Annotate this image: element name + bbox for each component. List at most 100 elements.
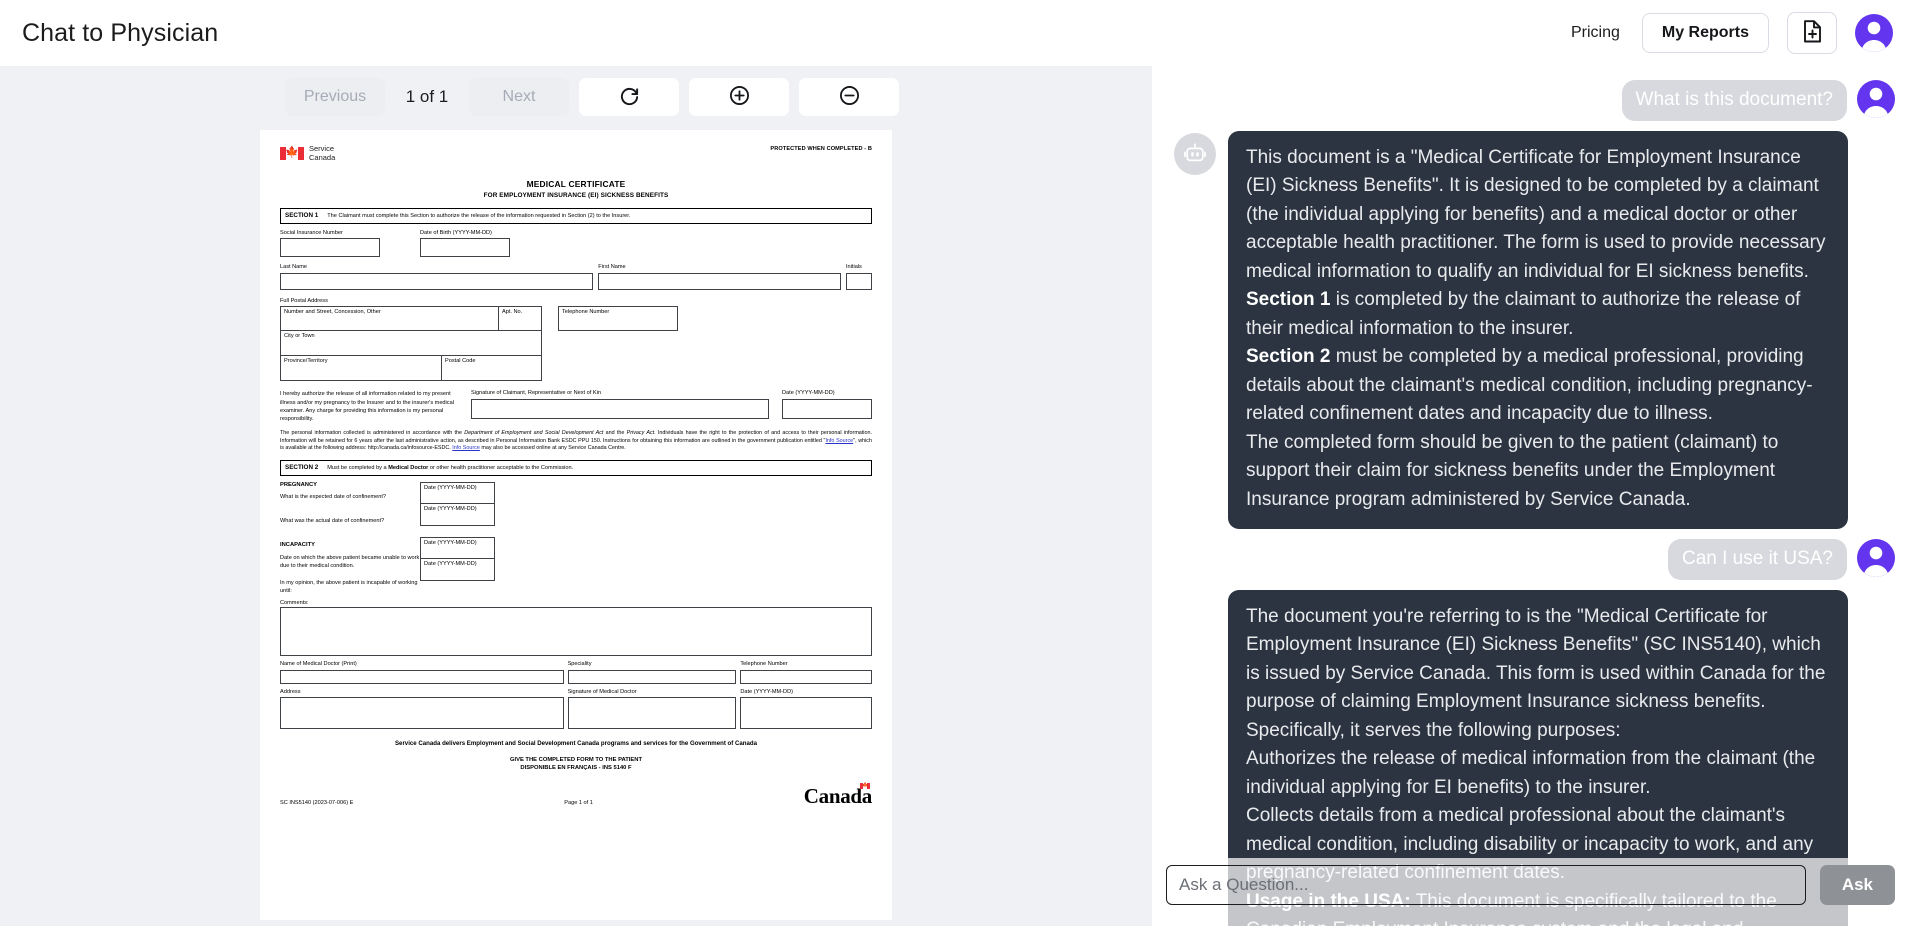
doctor-phone-label: Telephone Number [740, 661, 788, 668]
header-actions: Pricing My Reports [1567, 12, 1893, 54]
user-avatar[interactable] [1855, 14, 1893, 52]
section-2-bold: Medical Doctor [388, 465, 429, 472]
doctor-date-input[interactable] [740, 697, 872, 730]
zoom-in-button[interactable] [689, 78, 789, 116]
city-label: City or Town [284, 333, 315, 340]
doctor-name-group: Name of Medical Doctor (Print) [280, 661, 564, 684]
file-plus-icon [1802, 20, 1823, 46]
form-code: SC INS5140 (2023-07-006) E [280, 800, 354, 807]
form-header: 🍁 Service Canada PROTECTED WHEN COMPLETE… [280, 144, 872, 162]
next-page-button[interactable]: Next [469, 78, 569, 116]
doctor-signature-group: Signature of Medical Doctor [567, 689, 737, 730]
my-reports-button[interactable]: My Reports [1641, 13, 1769, 53]
bot-message-text: This document is a "Medical Certificate … [1228, 130, 1848, 530]
section-2-text-a: Must be completed by a [327, 465, 389, 472]
section-2-instruction: Must be completed by a Medical Doctor or… [327, 465, 573, 472]
chat-message-bot: This document is a "Medical Certificate … [1174, 130, 1895, 530]
claimant-date-input[interactable] [782, 398, 872, 419]
doctor-name-label: Name of Medical Doctor (Print) [280, 661, 357, 668]
province-label: Province/Territory [284, 358, 328, 365]
expected-confinement-date-label: Date (YYYY-MM-DD) [424, 485, 477, 492]
chat-message-user: What is this document? [1174, 80, 1895, 121]
rotate-cw-icon [619, 85, 640, 109]
medical-certificate-form: 🍁 Service Canada PROTECTED WHEN COMPLETE… [280, 144, 872, 807]
speciality-label: Speciality [567, 661, 592, 668]
agency-line-1: Service [309, 144, 335, 153]
info-source-link-1[interactable]: Info Source [825, 438, 853, 444]
postal-code-label: Postal Code [445, 358, 476, 365]
person-icon [1861, 21, 1887, 52]
doctor-address-input[interactable] [280, 697, 564, 730]
privacy-italic-1: Department of Employment and Social Deve… [464, 429, 604, 436]
ask-button[interactable]: Ask [1819, 865, 1895, 905]
claimant-signature-input[interactable] [471, 398, 769, 419]
pricing-link[interactable]: Pricing [1567, 18, 1624, 48]
claimant-telephone-label: Telephone Number [562, 309, 610, 316]
ask-input[interactable] [1166, 865, 1806, 905]
initials-group: Initials [846, 264, 872, 290]
address-row: Number and Street, Concession, Other Apt… [280, 306, 872, 382]
province-postal-row: Province/Territory Postal Code [280, 356, 542, 382]
dob-label: Date of Birth (YYYY-MM-DD) [420, 229, 492, 236]
robot-icon [1184, 143, 1206, 161]
user-avatar-small [1857, 80, 1895, 118]
rotate-button[interactable] [579, 78, 679, 116]
first-name-input[interactable] [598, 272, 841, 290]
comments-input[interactable] [280, 607, 872, 657]
actual-confinement-date-input[interactable]: Date (YYYY-MM-DD) [420, 504, 495, 527]
dob-input[interactable] [420, 238, 510, 258]
last-name-label: Last Name [280, 264, 308, 271]
speciality-input[interactable] [567, 669, 737, 684]
person-icon [1863, 546, 1889, 578]
last-name-input[interactable] [280, 272, 594, 290]
doctor-name-input[interactable] [280, 669, 564, 684]
user-avatar-small-2 [1857, 539, 1895, 578]
initials-input[interactable] [846, 272, 872, 290]
person-icon [1863, 87, 1889, 118]
section-2-text-b: or other health practitioner acceptable … [428, 465, 574, 472]
privacy-part-2: and the [603, 429, 627, 436]
zoom-out-button[interactable] [799, 78, 899, 116]
new-document-button[interactable] [1787, 12, 1837, 54]
doctor-date-group: Date (YYYY-MM-DD) [740, 689, 872, 730]
chat-pane: What is this document? This document is … [1152, 66, 1917, 926]
chat-composer: Ask [1152, 858, 1917, 926]
delivers-note: Service Canada delivers Employment and S… [394, 740, 758, 748]
section-1-instruction: The Claimant must complete this Section … [327, 212, 631, 219]
give-form-line-2: DISPONIBLE EN FRANÇAIS - INS 5140 F [520, 764, 632, 771]
first-name-label: First Name [598, 264, 626, 271]
doctor-info-row: Name of Medical Doctor (Print) Specialit… [280, 661, 872, 684]
privacy-notice: The personal information collected is ad… [280, 430, 872, 453]
unable-to-work-date-input[interactable]: Date (YYYY-MM-DD) [420, 537, 495, 560]
section-1-bar: SECTION 1 The Claimant must complete thi… [280, 207, 872, 224]
info-source-link-2[interactable]: Info Source [452, 445, 480, 451]
previous-page-button[interactable]: Previous [285, 78, 385, 116]
doctor-address-group: Address [280, 689, 564, 730]
doctor-signature-input[interactable] [567, 697, 737, 730]
expected-confinement-date-input[interactable]: Date (YYYY-MM-DD) [420, 482, 495, 505]
protected-marking: PROTECTED WHEN COMPLETED - B [770, 146, 872, 152]
city-input[interactable]: City or Town [280, 331, 542, 357]
province-input[interactable]: Province/Territory [280, 356, 442, 382]
user-message-text: What is this document? [1621, 80, 1847, 121]
doctor-phone-input[interactable] [740, 669, 872, 684]
chat-message-list[interactable]: What is this document? This document is … [1152, 66, 1917, 926]
privacy-italic-2: Privacy Act [626, 429, 655, 436]
pregnancy-heading: PREGNANCY [280, 482, 318, 489]
speciality-group: Speciality [567, 661, 737, 684]
claimant-telephone-input[interactable]: Telephone Number [558, 306, 678, 332]
apt-label: Apt. No. [502, 309, 523, 316]
dates-column: Date (YYYY-MM-DD) Date (YYYY-MM-DD) Date… [420, 482, 495, 595]
bot-avatar [1174, 132, 1216, 175]
postal-code-input[interactable]: Postal Code [442, 356, 542, 382]
authorization-row: I hereby authorize the release of all in… [280, 390, 872, 424]
canada-flag-icon: 🍁 [280, 146, 304, 160]
street-label: Number and Street, Concession, Other [284, 309, 381, 316]
sin-label: Social Insurance Number [280, 229, 343, 236]
sin-input[interactable] [280, 238, 380, 258]
name-row: Last Name First Name Initials [280, 264, 872, 290]
incapable-until-date-input[interactable]: Date (YYYY-MM-DD) [420, 559, 495, 582]
street-input[interactable]: Number and Street, Concession, Other [280, 306, 499, 332]
zoom-in-icon [729, 85, 750, 109]
apt-input[interactable]: Apt. No. [499, 306, 542, 332]
